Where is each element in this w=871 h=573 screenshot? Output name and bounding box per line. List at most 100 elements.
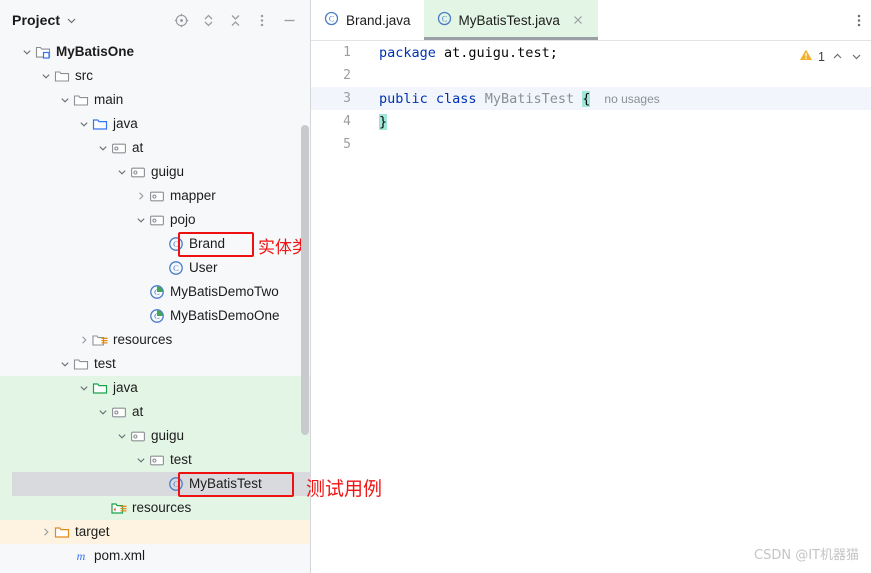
package-icon bbox=[110, 139, 128, 157]
resources-folder-icon bbox=[91, 331, 109, 349]
line-number: 5 bbox=[343, 137, 351, 152]
folder-icon bbox=[53, 67, 71, 85]
chevron-down-icon[interactable] bbox=[77, 376, 91, 400]
tree-node-java[interactable]: java bbox=[0, 376, 310, 400]
inspection-widget[interactable]: 1 bbox=[799, 48, 863, 65]
svg-text:m: m bbox=[77, 549, 86, 563]
chevron-down-icon[interactable] bbox=[134, 208, 148, 232]
chevron-down-icon[interactable] bbox=[134, 448, 148, 472]
tree-node-java[interactable]: java bbox=[0, 112, 310, 136]
chevron-down-icon[interactable] bbox=[39, 64, 53, 88]
tree-node-label: java bbox=[113, 380, 138, 395]
tree-node-at[interactable]: at bbox=[0, 136, 310, 160]
expand-all-icon[interactable] bbox=[199, 11, 217, 29]
tree-node-label: mapper bbox=[170, 188, 216, 203]
tree-node-label: guigu bbox=[151, 164, 185, 179]
tree-node-resources[interactable]: resources bbox=[0, 496, 310, 520]
tree-node-label: MyBatisDemoOne bbox=[170, 308, 280, 323]
code-editor[interactable]: 1 package at.guigu.test; 2 3 public clas… bbox=[311, 40, 871, 573]
chevron-down-icon[interactable] bbox=[115, 424, 129, 448]
warning-triangle-icon bbox=[799, 48, 813, 65]
hide-panel-icon[interactable] bbox=[280, 11, 298, 29]
code-line-1: 1 package at.guigu.test; bbox=[311, 41, 871, 64]
maven-file-icon: m bbox=[72, 547, 90, 565]
tree-node-label: MyBatisTest bbox=[189, 476, 262, 491]
editor-tab-bar: C Brand.java C MyBatisTest.java bbox=[311, 0, 871, 40]
tab-label: MyBatisTest.java bbox=[458, 12, 560, 28]
tree-arrow-placeholder bbox=[134, 280, 148, 304]
svg-text:C: C bbox=[173, 239, 179, 249]
chevron-right-icon[interactable] bbox=[77, 328, 91, 352]
code-open-brace: { bbox=[582, 90, 591, 107]
annotation-test-case-label: 测试用例 bbox=[306, 478, 383, 500]
code-keyword-class: class bbox=[435, 90, 477, 107]
tree-node-label: MyBatisDemoTwo bbox=[170, 284, 279, 299]
tab-mybatistest-java[interactable]: C MyBatisTest.java bbox=[423, 0, 599, 40]
chevron-right-icon[interactable] bbox=[39, 520, 53, 544]
tree-node-mybatistest[interactable]: C MyBatisTest bbox=[0, 472, 310, 496]
tree-node-label: MyBatisOne bbox=[56, 44, 135, 59]
tree-node-mybatisone[interactable]: MyBatisOne bbox=[0, 40, 310, 64]
tree-node-test[interactable]: test bbox=[0, 352, 310, 376]
tree-node-user[interactable]: C User bbox=[0, 256, 310, 280]
ide-window: Project MyBatisOne src main java at guig… bbox=[0, 0, 871, 573]
chevron-down-icon[interactable] bbox=[115, 160, 129, 184]
package-icon bbox=[148, 211, 166, 229]
chevron-down-icon[interactable] bbox=[58, 352, 72, 376]
svg-text:C: C bbox=[173, 263, 179, 273]
chevron-up-icon[interactable] bbox=[830, 50, 844, 64]
tree-node-label: pojo bbox=[170, 212, 196, 227]
tree-node-resources[interactable]: resources bbox=[0, 328, 310, 352]
select-opened-file-icon[interactable] bbox=[172, 11, 190, 29]
project-panel-scrollbar[interactable] bbox=[301, 125, 309, 435]
tree-node-label: at bbox=[132, 404, 144, 419]
code-keyword-public: public bbox=[379, 90, 428, 107]
chevron-down-icon[interactable] bbox=[849, 50, 863, 64]
editor-tabs-more-icon[interactable] bbox=[847, 0, 871, 40]
code-keyword-package: package bbox=[379, 44, 436, 61]
tree-node-label: Brand bbox=[189, 236, 226, 251]
java-class-icon: C bbox=[167, 259, 185, 277]
chevron-down-icon[interactable] bbox=[77, 112, 91, 136]
java-class-icon: C bbox=[324, 11, 339, 29]
editor-area: C Brand.java C MyBatisTest.java 1 packag… bbox=[311, 0, 871, 573]
tree-node-mybatisdemoone[interactable]: C MyBatisDemoOne bbox=[0, 304, 310, 328]
tree-node-at[interactable]: at bbox=[0, 400, 310, 424]
tree-node-label: src bbox=[75, 68, 93, 83]
svg-text:C: C bbox=[329, 15, 334, 24]
tree-node-pojo[interactable]: pojo bbox=[0, 208, 310, 232]
tree-arrow-placeholder bbox=[153, 232, 167, 256]
tree-node-mapper[interactable]: mapper bbox=[0, 184, 310, 208]
tree-node-mybatisdemotwo[interactable]: C MyBatisDemoTwo bbox=[0, 280, 310, 304]
tree-node-test[interactable]: test bbox=[0, 448, 310, 472]
package-icon bbox=[148, 451, 166, 469]
project-panel-header: Project bbox=[0, 0, 310, 40]
close-icon[interactable] bbox=[571, 13, 585, 27]
more-options-icon[interactable] bbox=[253, 11, 271, 29]
chevron-down-icon[interactable] bbox=[96, 400, 110, 424]
tree-node-src[interactable]: src bbox=[0, 64, 310, 88]
collapse-all-icon[interactable] bbox=[226, 11, 244, 29]
tree-node-guigu[interactable]: guigu bbox=[0, 160, 310, 184]
code-line-5: 5 bbox=[311, 133, 871, 156]
project-tree[interactable]: MyBatisOne src main java at guigu mapper pojo C B… bbox=[0, 40, 310, 568]
tree-arrow-placeholder bbox=[58, 544, 72, 568]
tree-node-pom-xml[interactable]: m pom.xml bbox=[0, 544, 310, 568]
chevron-down-icon[interactable] bbox=[66, 15, 77, 26]
tree-node-target[interactable]: target bbox=[0, 520, 310, 544]
chevron-down-icon[interactable] bbox=[58, 88, 72, 112]
line-number: 1 bbox=[343, 45, 351, 60]
tree-node-main[interactable]: main bbox=[0, 88, 310, 112]
tree-node-label: at bbox=[132, 140, 144, 155]
usage-hint[interactable]: no usages bbox=[590, 92, 659, 106]
tab-brand-java[interactable]: C Brand.java bbox=[311, 0, 424, 40]
tab-label: Brand.java bbox=[346, 12, 411, 28]
tree-node-label: java bbox=[113, 116, 138, 131]
chevron-down-icon[interactable] bbox=[96, 136, 110, 160]
package-icon bbox=[148, 187, 166, 205]
tree-node-guigu[interactable]: guigu bbox=[0, 424, 310, 448]
chevron-right-icon[interactable] bbox=[134, 184, 148, 208]
svg-text:C: C bbox=[173, 479, 179, 489]
tree-arrow-placeholder bbox=[134, 304, 148, 328]
chevron-down-icon[interactable] bbox=[20, 40, 34, 64]
